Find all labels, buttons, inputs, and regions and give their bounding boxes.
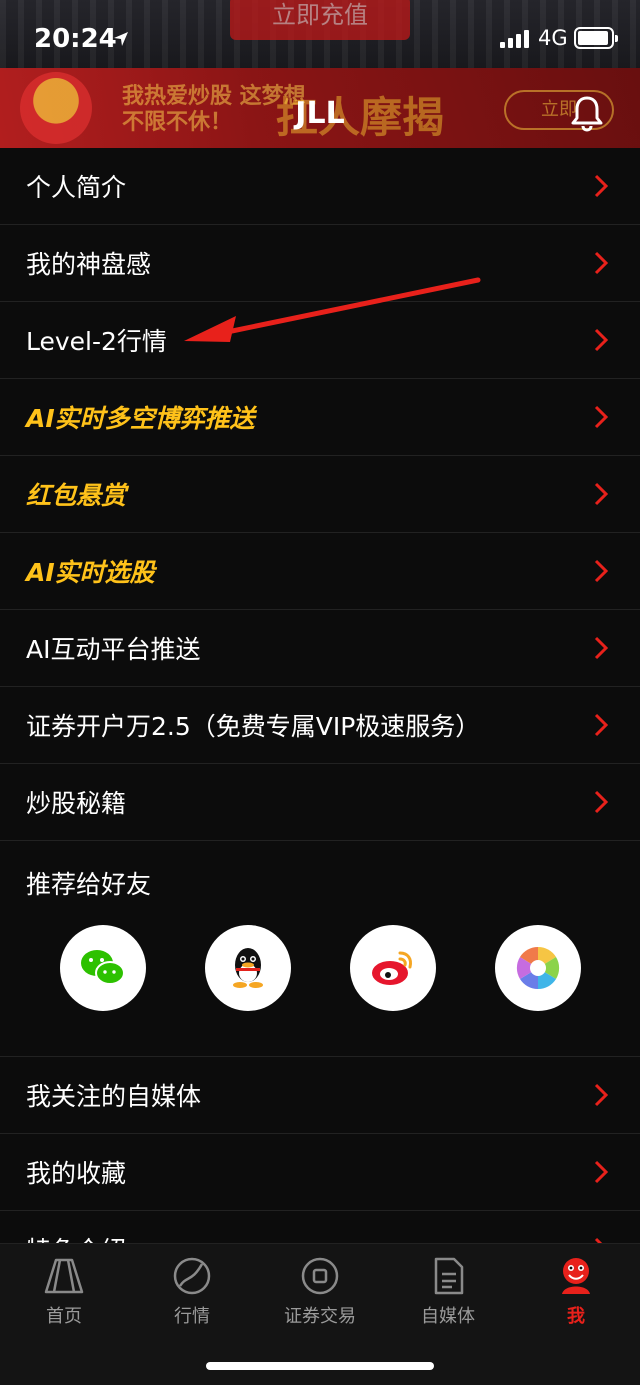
battery-icon xyxy=(574,27,618,49)
tab-media[interactable]: 自媒体 xyxy=(384,1256,512,1336)
share-label: 推荐给好友 xyxy=(26,870,152,899)
menu-item-level2[interactable]: Level-2行情 xyxy=(0,302,640,379)
menu-item-label: 炒股秘籍 xyxy=(26,789,127,818)
share-weibo-button[interactable] xyxy=(350,925,436,1011)
chevron-right-icon xyxy=(594,713,608,737)
chevron-right-icon xyxy=(594,482,608,506)
market-icon xyxy=(173,1257,211,1295)
moments-icon xyxy=(516,946,560,990)
menu-item-ai-push[interactable]: AI实时多空博弈推送 xyxy=(0,379,640,456)
signal-icon xyxy=(500,30,529,48)
menu-item-ai-platform[interactable]: AI互动平台推送 xyxy=(0,610,640,687)
menu-item-label: 我的神盘感 xyxy=(26,250,152,279)
menu-item-label: 红包悬赏 xyxy=(26,481,127,510)
bell-icon[interactable] xyxy=(570,94,604,132)
chevron-right-icon xyxy=(594,174,608,198)
menu-item-label: Level-2行情 xyxy=(26,327,167,356)
wechat-icon xyxy=(81,950,125,985)
chevron-right-icon xyxy=(594,636,608,660)
menu-item-ai-stock-pick[interactable]: AI实时选股 xyxy=(0,533,640,610)
settings-menu: 个人简介 我的神盘感 Level-2行情 AI实时多空博弈推送 红包悬赏 AI实… xyxy=(0,148,640,1288)
menu-item-open-account[interactable]: 证券开户万2.5（免费专属VIP极速服务） xyxy=(0,687,640,764)
share-wechat-button[interactable] xyxy=(60,925,146,1011)
menu-item-tips[interactable]: 炒股秘籍 xyxy=(0,764,640,841)
chevron-right-icon xyxy=(594,1160,608,1184)
chevron-right-icon xyxy=(594,328,608,352)
page-title: JLL xyxy=(295,96,345,131)
home-indicator[interactable] xyxy=(206,1362,434,1370)
qq-icon xyxy=(233,948,263,988)
tab-trade[interactable]: 证券交易 xyxy=(256,1256,384,1336)
profile-icon xyxy=(562,1258,590,1294)
media-icon xyxy=(434,1257,464,1295)
weibo-icon xyxy=(372,951,412,985)
menu-item-label: 我关注的自媒体 xyxy=(26,1082,202,1111)
chevron-right-icon xyxy=(594,251,608,275)
menu-item-market-sense[interactable]: 我的神盘感 xyxy=(0,225,640,302)
trade-icon xyxy=(301,1257,339,1295)
tab-home[interactable]: 首页 xyxy=(0,1256,128,1336)
tab-label: 自媒体 xyxy=(421,1306,475,1327)
chevron-right-icon xyxy=(594,559,608,583)
tab-label: 首页 xyxy=(46,1306,82,1327)
menu-item-label: AI实时多空博弈推送 xyxy=(26,404,255,433)
share-moments-button[interactable] xyxy=(495,925,581,1011)
share-section: 推荐给好友 xyxy=(0,841,640,1057)
menu-item-label: 个人简介 xyxy=(26,173,127,202)
menu-item-red-packet[interactable]: 红包悬赏 xyxy=(0,456,640,533)
chevron-right-icon xyxy=(594,790,608,814)
share-qq-button[interactable] xyxy=(205,925,291,1011)
tab-profile[interactable]: 我 xyxy=(512,1256,640,1336)
tab-label: 证券交易 xyxy=(284,1306,356,1327)
menu-item-label: AI实时选股 xyxy=(26,558,155,587)
chevron-right-icon xyxy=(594,1083,608,1107)
status-bar: 20:24 4G xyxy=(0,0,640,80)
tab-label: 我 xyxy=(567,1306,585,1327)
menu-item-followed-media[interactable]: 我关注的自媒体 xyxy=(0,1057,640,1134)
chevron-right-icon xyxy=(594,405,608,429)
status-time: 20:24 xyxy=(34,24,117,54)
menu-item-profile[interactable]: 个人简介 xyxy=(0,148,640,225)
location-arrow-icon xyxy=(114,32,128,46)
network-type: 4G xyxy=(538,26,568,50)
tab-label: 行情 xyxy=(174,1306,210,1327)
home-icon xyxy=(44,1258,84,1294)
menu-item-label: 证券开户万2.5（免费专属VIP极速服务） xyxy=(26,712,481,741)
tab-market[interactable]: 行情 xyxy=(128,1256,256,1336)
menu-item-favorites[interactable]: 我的收藏 xyxy=(0,1134,640,1211)
menu-item-label: AI互动平台推送 xyxy=(26,635,201,664)
menu-item-label: 我的收藏 xyxy=(26,1159,127,1188)
